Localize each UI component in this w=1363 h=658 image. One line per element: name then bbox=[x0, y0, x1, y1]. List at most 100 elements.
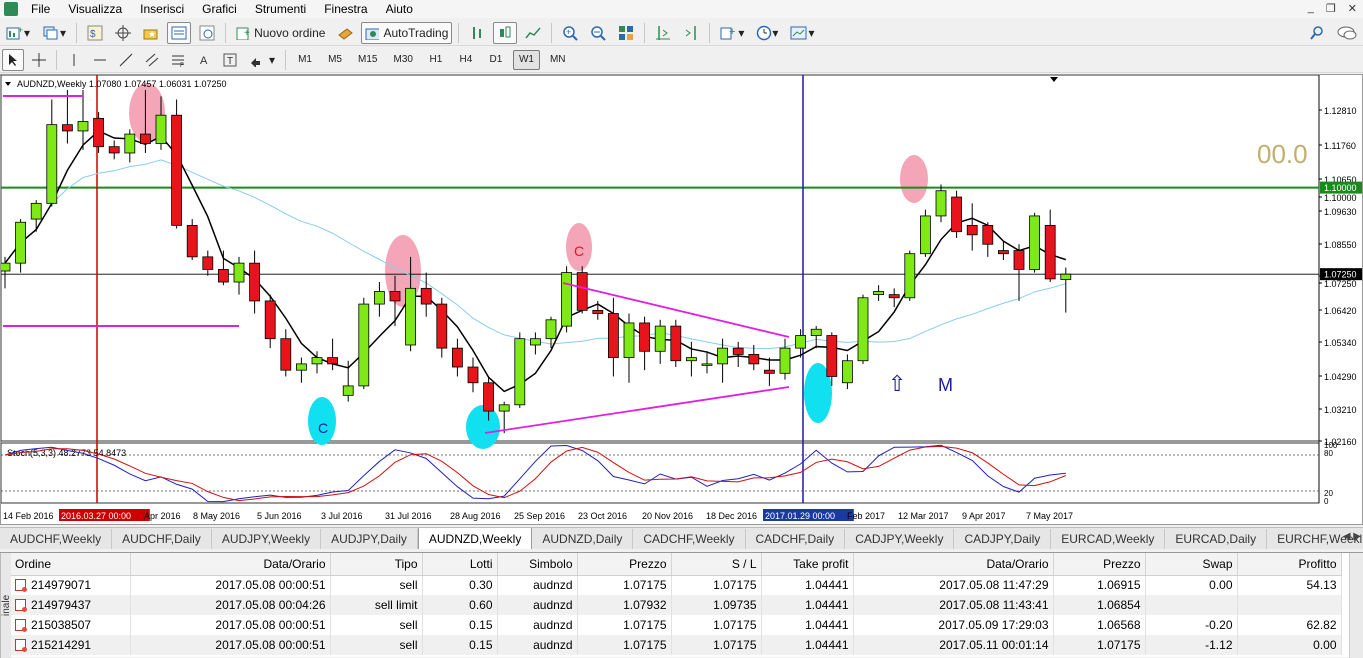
candle-body bbox=[842, 360, 853, 384]
column-header[interactable]: S / L bbox=[671, 553, 762, 576]
crosshair-tool[interactable] bbox=[28, 49, 50, 71]
equidistant-channel-tool[interactable] bbox=[141, 49, 163, 71]
column-header[interactable]: Prezzo bbox=[577, 553, 672, 576]
timeframe-m30[interactable]: M30 bbox=[387, 50, 418, 70]
text-label-tool[interactable]: T bbox=[219, 49, 241, 71]
line-chart-button[interactable] bbox=[521, 22, 545, 44]
new-order-button[interactable]: + Nuovo ordine bbox=[232, 22, 329, 44]
chart-tab[interactable]: EURCAD,Weekly bbox=[1051, 529, 1166, 549]
bar-chart-button[interactable] bbox=[465, 22, 489, 44]
chart-shift-button[interactable] bbox=[651, 22, 675, 44]
menu-view[interactable]: Visualizza bbox=[59, 0, 131, 18]
column-header[interactable]: Profitto bbox=[1237, 553, 1342, 576]
chart-tab[interactable]: CADJPY,Weekly bbox=[845, 529, 955, 549]
chart-tab[interactable]: AUDNZD,Weekly bbox=[417, 528, 533, 549]
autoscroll-button[interactable] bbox=[679, 22, 703, 44]
timeframe-mn[interactable]: MN bbox=[544, 50, 572, 70]
timeframe-m15[interactable]: M15 bbox=[352, 50, 383, 70]
chart-tab[interactable]: AUDCHF,Weekly bbox=[0, 529, 113, 549]
terminal-scrollbar[interactable] bbox=[1349, 553, 1363, 658]
terminal-button[interactable] bbox=[167, 21, 192, 44]
restore-icon[interactable]: ❐ bbox=[1326, 2, 1336, 15]
menu-insert[interactable]: Inserisci bbox=[131, 0, 193, 18]
market-watch-button[interactable]: $ bbox=[83, 22, 107, 44]
templates-button[interactable]: ▾ bbox=[786, 22, 818, 44]
fibonacci-tool[interactable]: F bbox=[167, 49, 189, 71]
cursor-tool[interactable] bbox=[2, 48, 24, 71]
chat-icon bbox=[1337, 26, 1357, 39]
menu-window[interactable]: Finestra bbox=[315, 0, 376, 18]
sell-order-icon bbox=[15, 579, 27, 593]
tab-scroll-arrows[interactable]: ◀ ▶ bbox=[1343, 531, 1361, 542]
order-row[interactable]: 215214291 2017.05.08 00:00:51 sell 0.15 audn… bbox=[11, 635, 1342, 655]
chart-tab[interactable]: EURCAD,Daily bbox=[1165, 529, 1268, 549]
order-row[interactable]: 214979071 2017.05.08 00:00:51 sell 0.30 audn… bbox=[11, 575, 1342, 595]
toolbar-separator bbox=[709, 22, 711, 43]
candlestick-button[interactable] bbox=[493, 21, 518, 44]
text-tool[interactable]: A bbox=[193, 49, 215, 71]
trendline-icon bbox=[119, 53, 133, 66]
annotation-c-label: C bbox=[318, 420, 328, 436]
column-header[interactable]: Tipo bbox=[330, 553, 423, 576]
indicators-button[interactable]: + ▾ bbox=[716, 22, 748, 44]
menu-file[interactable]: File bbox=[22, 0, 59, 18]
favorites-button[interactable]: ★ bbox=[139, 22, 163, 44]
terminal-side-label[interactable]: inale bbox=[0, 553, 12, 658]
arrows-tool[interactable]: ▾ bbox=[245, 49, 279, 71]
timeframe-h4[interactable]: H4 bbox=[453, 50, 479, 70]
date-axis-label: 25 Sep 2016 bbox=[514, 511, 565, 521]
menu-help[interactable]: Aiuto bbox=[377, 0, 422, 18]
close-icon[interactable]: ✕ bbox=[1348, 2, 1357, 15]
column-header[interactable]: Data/Orario bbox=[853, 553, 1054, 576]
profiles-button[interactable]: ▾ bbox=[38, 22, 70, 44]
tile-windows-button[interactable] bbox=[614, 22, 638, 44]
chart-tab[interactable]: AUDJPY,Weekly bbox=[212, 529, 322, 549]
order-row[interactable]: 215038507 2017.05.08 00:00:51 sell 0.15 audn… bbox=[11, 615, 1342, 635]
column-header[interactable]: Simbolo bbox=[497, 553, 578, 576]
chart-tab[interactable]: AUDNZD,Daily bbox=[532, 529, 634, 549]
trendline-tool[interactable] bbox=[115, 49, 137, 71]
timeframe-h1[interactable]: H1 bbox=[423, 50, 449, 70]
navigator-button[interactable] bbox=[111, 22, 135, 44]
timeframe-m1[interactable]: M1 bbox=[292, 50, 318, 70]
metaeditor-button[interactable] bbox=[333, 22, 357, 44]
vertical-line-tool[interactable] bbox=[63, 49, 85, 71]
minimize-icon[interactable]: _ bbox=[1308, 2, 1314, 15]
strategy-tester-button[interactable] bbox=[195, 22, 219, 44]
candle-body bbox=[1029, 215, 1040, 270]
column-header[interactable]: Prezzo bbox=[1053, 553, 1146, 576]
timeframe-w1[interactable]: W1 bbox=[512, 49, 540, 70]
order-row[interactable]: 214979437 2017.05.08 00:04:26 sell limit 0.… bbox=[11, 595, 1342, 615]
chart-tab[interactable]: CADCHF,Weekly bbox=[633, 529, 746, 549]
column-header[interactable]: Lotti bbox=[422, 553, 498, 576]
column-header[interactable]: Take profit bbox=[761, 553, 854, 576]
periods-button[interactable]: ▾ bbox=[752, 22, 782, 44]
orders-table: Ordine Data/Orario Tipo Lotti Simbolo Prezzo S… bbox=[11, 553, 1342, 655]
column-header[interactable]: Swap bbox=[1145, 553, 1238, 576]
menu-tools[interactable]: Strumenti bbox=[246, 0, 315, 18]
price-chart[interactable]: 1.128101.117601.106501.100001.096301.085… bbox=[1, 75, 1362, 526]
chart-tab[interactable]: CADCHF,Daily bbox=[746, 529, 846, 549]
svg-text:A: A bbox=[200, 55, 208, 67]
order-cell: 0.30 bbox=[422, 575, 498, 595]
menu-charts[interactable]: Grafici bbox=[193, 0, 246, 18]
horizontal-line-tool[interactable] bbox=[89, 49, 111, 71]
chart-tab[interactable]: AUDJPY,Daily bbox=[321, 529, 418, 549]
chat-button[interactable] bbox=[1333, 22, 1361, 44]
candle-body bbox=[561, 272, 572, 327]
search-button[interactable] bbox=[1305, 22, 1329, 44]
new-chart-button[interactable]: + ▾ bbox=[2, 22, 34, 44]
timeframe-m5[interactable]: M5 bbox=[322, 50, 348, 70]
candle-body bbox=[514, 338, 526, 406]
candle-body bbox=[171, 114, 183, 226]
column-header[interactable]: Data/Orario bbox=[130, 553, 331, 576]
chart-tab[interactable]: AUDCHF,Daily bbox=[112, 529, 212, 549]
chart-window[interactable]: 1.12810 1.11760 1.10650 1.10000 1.09630 1.085… bbox=[0, 74, 1363, 525]
autotrading-button[interactable]: AutoTrading bbox=[361, 21, 453, 44]
zoom-out-button[interactable] bbox=[586, 22, 610, 44]
candle-body bbox=[654, 325, 666, 352]
timeframe-d1[interactable]: D1 bbox=[483, 50, 509, 70]
column-header[interactable]: Ordine bbox=[11, 553, 131, 576]
chart-tab[interactable]: CADJPY,Daily bbox=[954, 529, 1052, 549]
zoom-in-button[interactable]: + bbox=[558, 22, 582, 44]
